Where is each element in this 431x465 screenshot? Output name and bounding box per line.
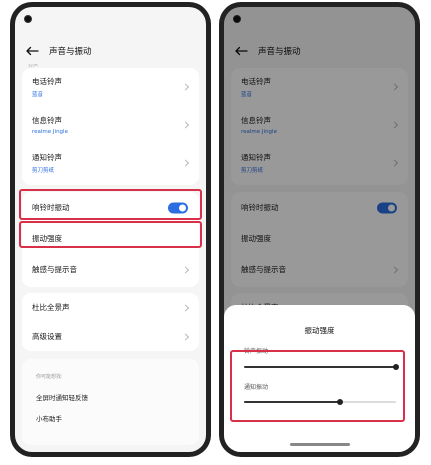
settings-screen-left: 声音与振动 铃声 电话铃声 蓝音 信息铃声 realme Jingle 通知铃声… [15,7,206,452]
notification-ringtone-item[interactable]: 通知铃声 剪刀剪纸 [22,144,199,182]
suggestions-card: 你可能想找: 全屏时通知轻反馈 小布助手 [22,359,199,445]
dolby-atmos-item[interactable]: 杜比全景声 [22,293,199,322]
haptics-item[interactable]: 触感与提示音 [22,254,199,285]
vibrate-on-ring-item[interactable]: 响铃时振动 [22,192,199,223]
advanced-settings-item[interactable]: 高级设置 [22,322,199,351]
back-arrow-icon[interactable] [25,46,39,56]
message-ringtone-item[interactable]: 信息铃声 realme Jingle [22,106,199,144]
dolby-atmos-label: 杜比全景声 [32,303,70,312]
haptics-label: 触感与提示音 [32,265,77,274]
home-indicator [289,443,350,446]
vibrate-on-ring-toggle[interactable] [168,202,188,213]
ringtone-card: 电话铃声 蓝音 信息铃声 realme Jingle 通知铃声 剪刀剪纸 [22,68,199,185]
page-title: 声音与振动 [49,47,92,57]
slider-thumb[interactable] [336,399,343,405]
vibration-card: 响铃时振动 振动强度 触感与提示音 [22,192,199,287]
phone-ringtone-item[interactable]: 电话铃声 蓝音 [22,68,199,106]
vibrate-on-ring-label: 响铃时振动 [32,203,70,212]
toggle-knob [179,204,186,211]
slider-thumb[interactable] [393,364,399,370]
vibration-intensity-label: 振动强度 [32,234,62,243]
notification-vibration-slider[interactable] [244,399,396,405]
notification-ringtone-label: 通知铃声 [32,153,62,162]
phone-left: 声音与振动 铃声 电话铃声 蓝音 信息铃声 realme Jingle 通知铃声… [10,2,211,457]
suggestions-hint: 你可能想找: [36,374,63,380]
message-ringtone-value: realme Jingle [32,129,68,135]
slider-fill [244,401,340,403]
advanced-settings-label: 高级设置 [32,332,62,341]
phone-right: 声音与振动 电话铃声 蓝音 信息铃声 realme Jingle 通知铃声 剪刀… [219,2,420,457]
message-ringtone-label: 信息铃声 [32,116,62,125]
slider-fill [244,366,396,368]
audio-card: 杜比全景声 高级设置 [22,293,199,351]
settings-screen-right: 声音与振动 电话铃声 蓝音 信息铃声 realme Jingle 通知铃声 剪刀… [224,7,415,452]
ring-vibration-slider[interactable] [244,364,399,370]
ring-vibration-label: 铃声振动 [244,348,269,355]
suggestion-link[interactable]: 全屏时通知轻反馈 [22,380,199,402]
vibration-intensity-item[interactable]: 振动强度 [22,223,199,254]
front-camera [24,15,32,23]
suggestion-link[interactable]: 小布助手 [22,402,199,423]
sheet-title: 振动强度 [304,326,335,335]
notification-vibration-label: 通知振动 [244,384,269,391]
vibration-intensity-sheet: 振动强度 铃声振动 通知振动 [224,305,415,452]
notification-ringtone-value: 剪刀剪纸 [32,168,55,174]
phone-ringtone-value: 蓝音 [32,92,44,98]
phone-ringtone-label: 电话铃声 [32,77,62,86]
page-header: 声音与振动 [25,44,92,58]
